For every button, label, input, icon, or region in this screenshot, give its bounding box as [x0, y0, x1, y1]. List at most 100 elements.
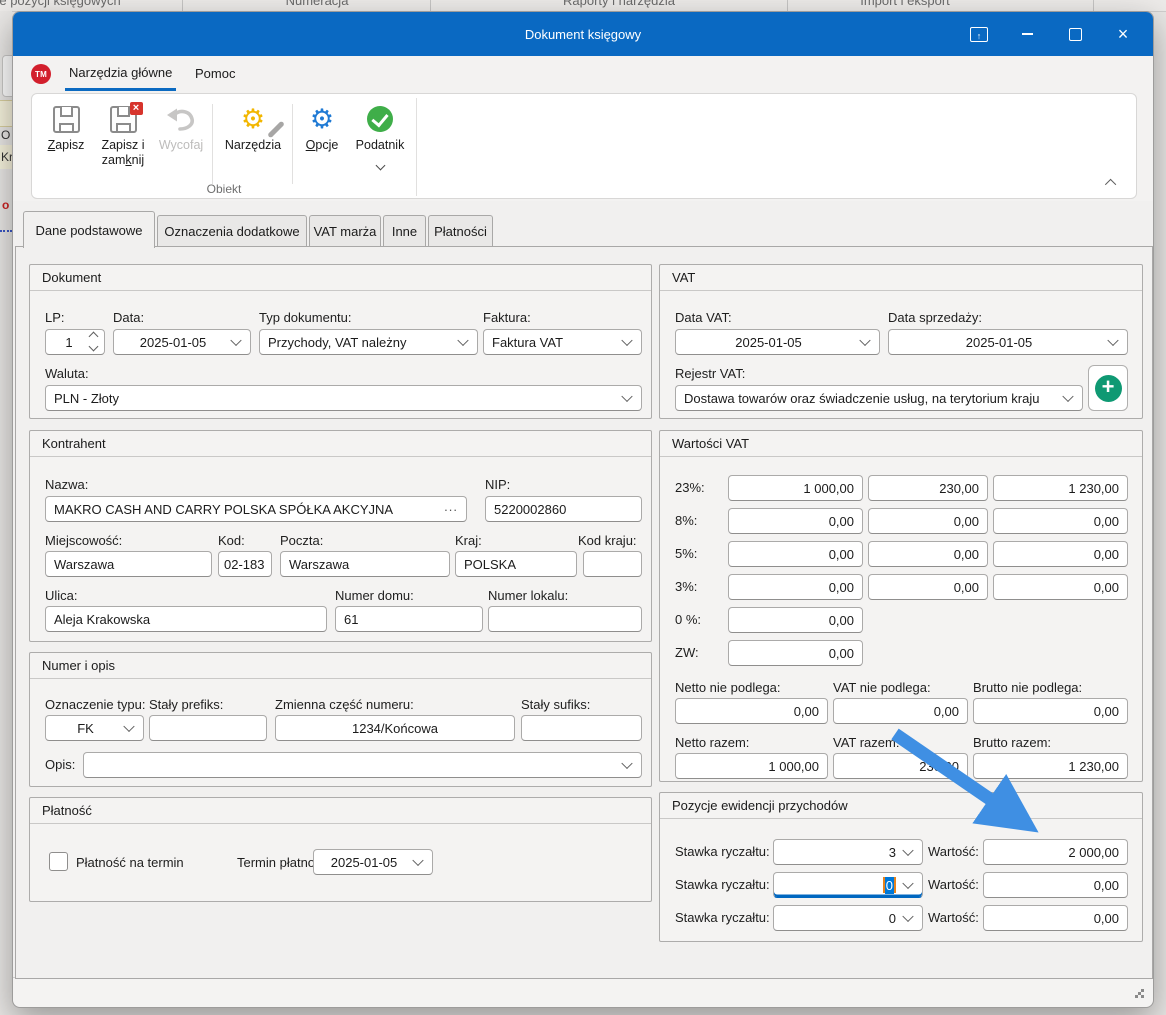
- zmienna-czesc-value: 1234/Końcowa: [352, 721, 438, 736]
- platnosc-na-termin-checkbox[interactable]: [49, 852, 68, 871]
- wartosc-field-2[interactable]: 0,00: [983, 872, 1128, 898]
- data-vat-combobox[interactable]: 2025-01-05: [675, 329, 880, 355]
- staly-prefiks-field[interactable]: [149, 715, 267, 741]
- add-vat-register-button[interactable]: +: [1088, 365, 1128, 411]
- brutto-razem-field[interactable]: 1 230,00: [973, 753, 1128, 779]
- netto-8-field[interactable]: 0,00: [728, 508, 863, 534]
- brutto-nie-podlega-field[interactable]: 0,00: [973, 698, 1128, 724]
- kod-kraju-label: Kod kraju:: [578, 533, 637, 548]
- options-gear-icon: ⚙: [310, 105, 334, 133]
- nip-field[interactable]: 5220002860: [485, 496, 642, 522]
- resize-grip[interactable]: [1135, 989, 1144, 998]
- typ-dokumentu-combobox[interactable]: Przychody, VAT należny: [259, 329, 478, 355]
- ribbon-tab-help[interactable]: Pomoc: [191, 56, 239, 91]
- stawka-ryczaltu-label: Stawka ryczałtu:: [675, 910, 770, 925]
- netto-nie-podlega-field[interactable]: 0,00: [675, 698, 828, 724]
- oznaczenie-typu-combobox[interactable]: FK: [45, 715, 144, 741]
- vat-8-field[interactable]: 0,00: [868, 508, 988, 534]
- tab-platnosci[interactable]: Płatności: [428, 215, 493, 247]
- tab-dane-podstawowe[interactable]: Dane podstawowe: [23, 211, 155, 248]
- parent-text-fragment: O: [1, 128, 10, 142]
- zmienna-czesc-field[interactable]: 1234/Końcowa: [275, 715, 515, 741]
- maximize-button[interactable]: [1051, 12, 1099, 56]
- vat-23-field[interactable]: 230,00: [868, 475, 988, 501]
- minimize-button[interactable]: [1003, 12, 1051, 56]
- netto-3-field[interactable]: 0,00: [728, 574, 863, 600]
- wartosc-field-1[interactable]: 2 000,00: [983, 839, 1128, 865]
- platnosc-na-termin-label: Płatność na termin: [76, 855, 184, 870]
- opis-combobox[interactable]: [83, 752, 642, 778]
- vat-razem-field[interactable]: 230,00: [833, 753, 968, 779]
- termin-platnosci-combobox[interactable]: 2025-01-05: [313, 849, 433, 875]
- faktura-combobox[interactable]: Faktura VAT: [483, 329, 642, 355]
- brutto-23-field[interactable]: 1 230,00: [993, 475, 1128, 501]
- chevron-down-icon: [457, 335, 468, 346]
- titlebar[interactable]: Dokument księgowy ↑ ×: [13, 12, 1153, 56]
- taxpayer-label: Podatnik: [348, 138, 412, 153]
- ribbon-group-label: Obiekt: [32, 182, 416, 196]
- poczta-field[interactable]: Warszawa: [280, 551, 450, 577]
- netto-23-field[interactable]: 1 000,00: [728, 475, 863, 501]
- app-logo[interactable]: TM: [31, 64, 51, 84]
- ulica-field[interactable]: Aleja Krakowska: [45, 606, 327, 632]
- stawka-ryczaltu-combobox-2[interactable]: 0: [773, 872, 923, 898]
- numer-lokalu-label: Numer lokalu:: [488, 588, 568, 603]
- nazwa-label: Nazwa:: [45, 477, 88, 492]
- nazwa-value: MAKRO CASH AND CARRY POLSKA SPÓŁKA AKCYJ…: [54, 502, 393, 517]
- spinner-arrows-icon[interactable]: [90, 333, 97, 350]
- brutto-8-field[interactable]: 0,00: [993, 508, 1128, 534]
- tab-label: Dane podstawowe: [36, 223, 143, 238]
- data-sprzedazy-combobox[interactable]: 2025-01-05: [888, 329, 1128, 355]
- group-numer-i-opis: Numer i opis Oznaczenie typu: Stały pref…: [29, 652, 652, 787]
- tab-label: Płatności: [434, 224, 487, 239]
- numer-domu-field[interactable]: 61: [335, 606, 483, 632]
- kod-field[interactable]: 02-183: [218, 551, 272, 577]
- parent-group-label: Numeracja: [286, 0, 349, 8]
- netto-zw-field[interactable]: 0,00: [728, 640, 863, 666]
- close-button[interactable]: ×: [1099, 12, 1147, 56]
- parent-group-label: Raporty i narzędzia: [563, 0, 675, 8]
- kraj-field[interactable]: POLSKA: [455, 551, 577, 577]
- netto-razem-field[interactable]: 1 000,00: [675, 753, 828, 779]
- vat-5-field[interactable]: 0,00: [868, 541, 988, 567]
- options-label: Opcje: [298, 138, 346, 153]
- numer-domu-label: Numer domu:: [335, 588, 414, 603]
- chevron-down-icon: [621, 335, 632, 346]
- rejestr-vat-combobox[interactable]: Dostawa towarów oraz świadczenie usług, …: [675, 385, 1083, 411]
- kod-kraju-field[interactable]: [583, 551, 642, 577]
- waluta-combobox[interactable]: PLN - Złoty: [45, 385, 642, 411]
- group-title: VAT: [660, 265, 1142, 291]
- group-dokument: Dokument LP: Data: Typ dokumentu: Faktur…: [29, 264, 652, 419]
- tab-oznaczenia-dodatkowe[interactable]: Oznaczenia dodatkowe: [157, 215, 307, 247]
- tab-vat-marza[interactable]: VAT marża: [309, 215, 381, 247]
- vat-nie-podlega-field[interactable]: 0,00: [833, 698, 968, 724]
- data-value: 2025-01-05: [140, 335, 207, 350]
- chevron-down-icon: [902, 878, 913, 889]
- ribbon-tab-row: [13, 56, 1153, 91]
- divider: [787, 0, 788, 11]
- faktura-label: Faktura:: [483, 310, 531, 325]
- netto-5-field[interactable]: 0,00: [728, 541, 863, 567]
- vat-3-field[interactable]: 0,00: [868, 574, 988, 600]
- stawka-ryczaltu-combobox-3[interactable]: 0: [773, 905, 923, 931]
- data-date-combobox[interactable]: 2025-01-05: [113, 329, 251, 355]
- parent-group-label: nie pozycji księgowych: [0, 0, 121, 8]
- lp-stepper[interactable]: 1: [45, 329, 105, 355]
- dock-window-button[interactable]: ↑: [955, 12, 1003, 56]
- stawka-ryczaltu-combobox-1[interactable]: 3: [773, 839, 923, 865]
- tab-inne[interactable]: Inne: [383, 215, 426, 247]
- browse-contractor-button[interactable]: ...: [444, 499, 458, 514]
- numer-lokalu-field[interactable]: [488, 606, 642, 632]
- brutto-3-field[interactable]: 0,00: [993, 574, 1128, 600]
- ribbon-tab-home[interactable]: Narzędzia główne: [65, 56, 176, 91]
- brutto-5-field[interactable]: 0,00: [993, 541, 1128, 567]
- netto-0-field[interactable]: 0,00: [728, 607, 863, 633]
- miejscowosc-field[interactable]: Warszawa: [45, 551, 212, 577]
- parent-fragment: [0, 100, 12, 127]
- staly-sufiks-field[interactable]: [521, 715, 642, 741]
- divider: [430, 0, 431, 11]
- ribbon-tab-help-label: Pomoc: [195, 66, 235, 81]
- collapse-ribbon-button[interactable]: [1102, 176, 1122, 190]
- wartosc-field-3[interactable]: 0,00: [983, 905, 1128, 931]
- nazwa-field[interactable]: MAKRO CASH AND CARRY POLSKA SPÓŁKA AKCYJ…: [45, 496, 467, 522]
